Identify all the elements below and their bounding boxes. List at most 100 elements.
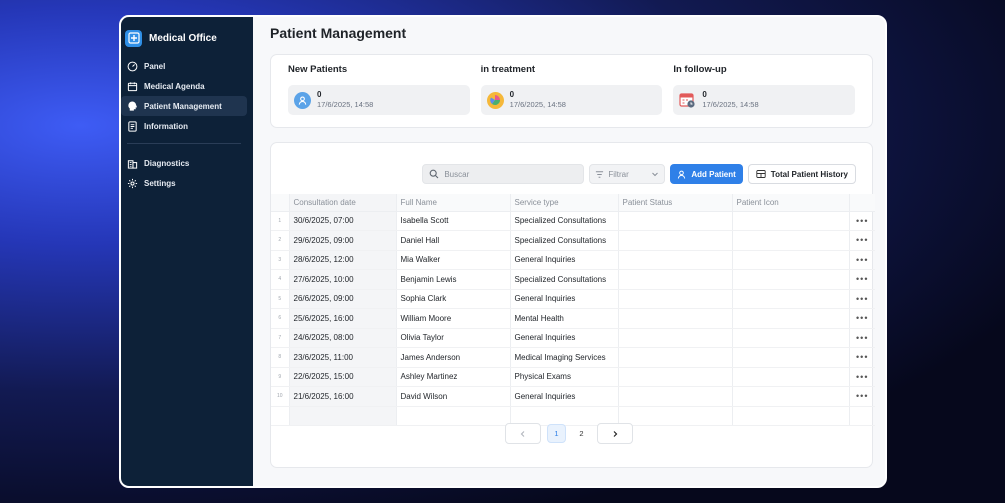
row-actions-button[interactable]: ••• <box>849 269 875 290</box>
table-icon <box>756 170 766 178</box>
next-page-button[interactable] <box>597 423 633 444</box>
search-box[interactable] <box>422 164 585 184</box>
head-icon <box>128 100 138 111</box>
cell-full-name: Daniel Hall <box>396 230 511 251</box>
row-actions-button[interactable]: ••• <box>849 347 875 368</box>
sidebar-item-label: Panel <box>144 61 166 71</box>
medical-logo-icon <box>125 29 142 47</box>
row-actions-button[interactable]: ••• <box>849 308 875 329</box>
app-title: Medical Office <box>149 32 217 44</box>
table-row[interactable]: 5 26/6/2025, 09:00 Sophia Clark General Inq… <box>271 289 875 309</box>
filter-label: Filtrar <box>608 169 629 179</box>
stat-box: 0 17/6/2025, 14:58 <box>480 85 663 115</box>
gear-icon <box>127 178 138 188</box>
cell-service-type: Specialized Consultations <box>510 211 619 231</box>
cell-full-name: William Moore <box>396 308 511 329</box>
cell-consultation-date: 25/6/2025, 16:00 <box>289 308 397 329</box>
column-header-service-type[interactable]: Service type <box>510 194 619 212</box>
cell-full-name: Isabella Scott <box>396 211 511 231</box>
table-row[interactable]: 6 25/6/2025, 16:00 William Moore Mental Hea… <box>271 308 875 329</box>
history-label: Total Patient History <box>770 169 848 179</box>
cell-service-type: General Inquiries <box>510 289 619 309</box>
sidebar-item-panel[interactable]: Panel <box>121 56 247 76</box>
table-row[interactable]: 1 30/6/2025, 07:00 Isabella Scott Specializ… <box>271 211 875 231</box>
add-patient-label: Add Patient <box>691 169 736 179</box>
cell-full-name: Mia Walker <box>396 250 511 270</box>
cell-patient-status <box>618 328 733 348</box>
cell-patient-icon <box>732 367 850 387</box>
cell-patient-icon <box>732 211 850 231</box>
column-header-full-name[interactable]: Full Name <box>396 194 511 212</box>
row-actions-button[interactable]: ••• <box>849 386 875 407</box>
cell-patient-status <box>618 250 733 270</box>
sidebar: Medical Office Panel Medical Agenda Pati… <box>121 17 253 486</box>
stat-date: 17/6/2025, 14:58 <box>317 100 374 109</box>
sidebar-item-settings[interactable]: Settings <box>121 173 247 193</box>
column-header-patient-status[interactable]: Patient Status <box>618 194 733 212</box>
row-actions-button[interactable]: ••• <box>849 367 875 387</box>
sidebar-item-label: Patient Management <box>144 101 222 111</box>
table-header-row: Consultation date Full Name Service type… <box>271 194 875 212</box>
add-patient-button[interactable]: Add Patient <box>670 164 743 184</box>
table-row[interactable]: 8 23/6/2025, 11:00 James Anderson Medical I… <box>271 347 875 368</box>
stat-date: 17/6/2025, 14:58 <box>702 100 759 109</box>
row-number: 10 <box>271 386 290 407</box>
cell-patient-status <box>618 211 733 231</box>
table-row[interactable]: 4 27/6/2025, 10:00 Benjamin Lewis Specializ… <box>271 269 875 290</box>
cell-patient-status <box>618 269 733 290</box>
row-actions-button[interactable]: ••• <box>849 250 875 270</box>
sidebar-item-diagnostics[interactable]: Diagnostics <box>121 153 247 173</box>
stats-panel: New Patients 0 17/6/2025, 14:58 in treat… <box>270 54 873 128</box>
sidebar-item-medical-agenda[interactable]: Medical Agenda <box>121 76 247 96</box>
sidebar-item-label: Information <box>144 121 188 131</box>
cell-consultation-date: 28/6/2025, 12:00 <box>289 250 397 270</box>
cell-service-type: General Inquiries <box>510 328 619 348</box>
sidebar-item-information[interactable]: Information <box>121 116 247 136</box>
cell-patient-icon <box>732 328 850 348</box>
table-row[interactable]: 10 21/6/2025, 16:00 David Wilson General In… <box>271 386 875 407</box>
cell-patient-icon <box>732 386 850 407</box>
cell-consultation-date: 23/6/2025, 11:00 <box>289 347 397 368</box>
calendar-icon <box>127 81 138 91</box>
cell-consultation-date: 24/6/2025, 08:00 <box>289 328 397 348</box>
cell-service-type: Physical Exams <box>510 367 619 387</box>
chevron-down-icon <box>652 172 659 177</box>
app-window: Medical Office Panel Medical Agenda Pati… <box>119 15 887 488</box>
table-row[interactable]: 2 29/6/2025, 09:00 Daniel Hall Specialized … <box>271 230 875 251</box>
cell-consultation-date: 21/6/2025, 16:00 <box>289 386 397 407</box>
pagination: 1 2 <box>505 423 633 444</box>
stat-date: 17/6/2025, 14:58 <box>509 100 566 109</box>
row-actions-button[interactable]: ••• <box>849 328 875 348</box>
row-actions-button[interactable]: ••• <box>849 211 875 231</box>
previous-page-button[interactable] <box>505 423 541 444</box>
filter-select[interactable]: Filtrar <box>589 164 666 184</box>
column-header-consultation-date[interactable]: Consultation date <box>289 194 397 212</box>
cell-service-type: General Inquiries <box>510 250 619 270</box>
table-row[interactable]: 9 22/6/2025, 15:00 Ashley Martinez Physical… <box>271 367 875 387</box>
patients-table-card: Filtrar Add Patient Total Patient Histor… <box>270 142 875 468</box>
row-actions-button[interactable]: ••• <box>849 230 875 251</box>
cell-service-type: Medical Imaging Services <box>510 347 619 368</box>
sidebar-item-patient-management[interactable]: Patient Management <box>121 96 247 116</box>
page-button-1[interactable]: 1 <box>547 424 566 443</box>
row-number-header <box>271 194 290 212</box>
column-header-patient-icon[interactable]: Patient Icon <box>732 194 850 212</box>
calendar-clock-icon <box>679 92 696 109</box>
total-patient-history-button[interactable]: Total Patient History <box>747 164 856 184</box>
table-row[interactable]: 7 24/6/2025, 08:00 Olivia Taylor General In… <box>271 328 875 348</box>
page-button-2[interactable]: 2 <box>572 424 591 443</box>
stat-card-in-treatment: in treatment 0 17/6/2025, 14:58 <box>480 64 663 127</box>
row-number: 1 <box>271 211 290 231</box>
stat-title: New Patients <box>288 64 348 75</box>
cell-patient-status <box>618 230 733 251</box>
row-number: 8 <box>271 347 290 368</box>
cell-service-type: Mental Health <box>510 308 619 329</box>
table-row[interactable]: 3 28/6/2025, 12:00 Mia Walker General Inqui… <box>271 250 875 270</box>
search-icon <box>429 169 439 179</box>
stat-value: 0 <box>702 90 707 99</box>
row-actions-button[interactable]: ••• <box>849 289 875 309</box>
stat-card-new-patients: New Patients 0 17/6/2025, 14:58 <box>288 64 470 127</box>
brand[interactable]: Medical Office <box>121 17 253 51</box>
search-input[interactable] <box>444 169 565 179</box>
cell-consultation-date: 27/6/2025, 10:00 <box>289 269 397 290</box>
